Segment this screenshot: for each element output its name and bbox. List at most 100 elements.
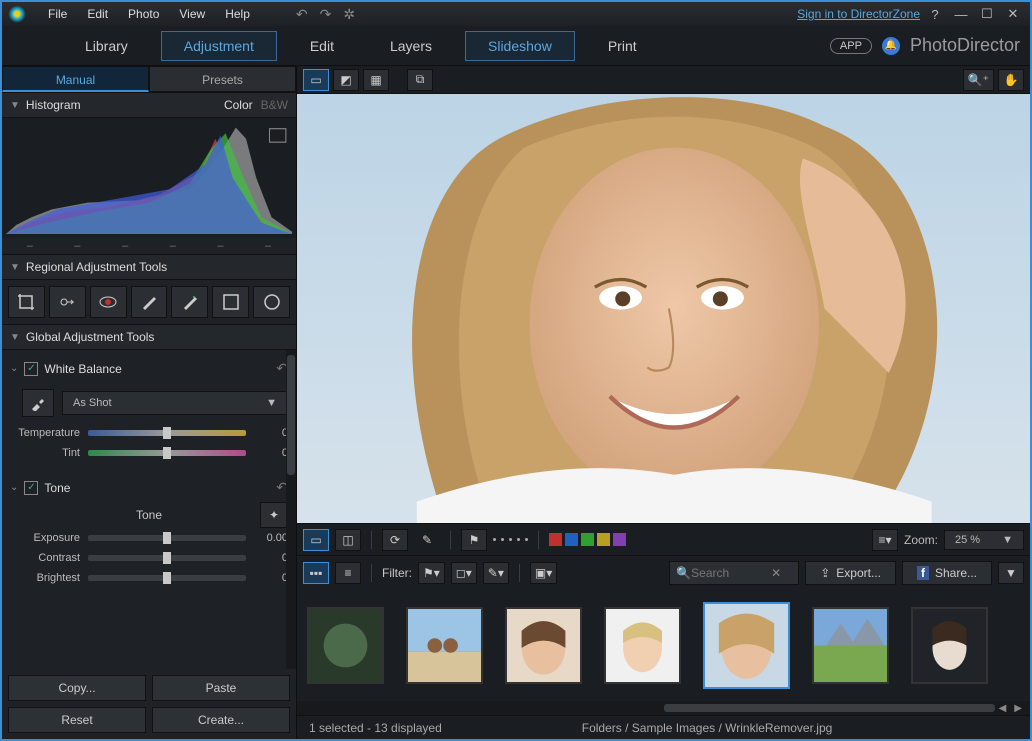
menu-photo[interactable]: Photo <box>118 7 169 21</box>
settings-icon[interactable]: ✲ <box>337 6 361 23</box>
chevron-down-icon[interactable]: ⌄ <box>10 363 18 374</box>
copy-button[interactable]: Copy... <box>8 675 146 701</box>
filter-edit-button[interactable]: ✎▾ <box>483 562 509 584</box>
close-button[interactable]: ✕ <box>1002 6 1024 22</box>
filmstrip-scrollbar[interactable]: ◀ ▶ <box>297 701 1030 715</box>
brush-tool[interactable] <box>131 286 168 318</box>
chevron-down-icon[interactable]: ▼ <box>10 100 20 111</box>
share-button[interactable]: fShare... <box>902 561 992 585</box>
thumbnail-5-selected[interactable] <box>703 602 790 689</box>
tab-layers[interactable]: Layers <box>367 31 455 61</box>
rating-dots[interactable] <box>493 538 528 541</box>
menu-file[interactable]: File <box>38 7 77 21</box>
chevron-down-icon[interactable]: ▼ <box>10 332 20 343</box>
subtab-manual[interactable]: Manual <box>2 66 149 92</box>
scroll-right-icon[interactable]: ▶ <box>1010 703 1026 714</box>
notification-icon[interactable]: 🔔 <box>882 37 900 55</box>
pan-tool-button[interactable]: ✋ <box>998 69 1024 91</box>
minimize-button[interactable]: — <box>950 7 972 22</box>
color-label-0[interactable] <box>549 533 562 546</box>
zoom-tool-button[interactable]: 🔍⁺ <box>963 69 994 91</box>
scroll-left-icon[interactable]: ◀ <box>995 703 1011 714</box>
filter-flag-button[interactable]: ⚑▾ <box>418 562 445 584</box>
menu-help[interactable]: Help <box>215 7 260 21</box>
view-single-button[interactable]: ▭ <box>303 69 329 91</box>
zoom-dropdown[interactable]: 25 %▼ <box>944 530 1024 550</box>
thumbnail-6[interactable] <box>812 607 889 684</box>
filmstrip[interactable] <box>297 589 1030 701</box>
stack-button[interactable]: ▣▾ <box>530 562 557 584</box>
chevron-down-icon[interactable]: ▼ <box>10 262 20 273</box>
subtab-presets[interactable]: Presets <box>149 66 296 92</box>
search-input[interactable] <box>691 566 771 580</box>
tab-slideshow[interactable]: Slideshow <box>465 31 575 61</box>
tab-edit[interactable]: Edit <box>287 31 357 61</box>
app-badge[interactable]: APP <box>830 38 872 54</box>
color-label-1[interactable] <box>565 533 578 546</box>
image-canvas[interactable] <box>297 94 1030 523</box>
crop-tool[interactable] <box>8 286 45 318</box>
export-button[interactable]: ⇪Export... <box>805 561 896 585</box>
temperature-value[interactable]: 0 <box>246 427 288 439</box>
thumbnail-7[interactable] <box>911 607 988 684</box>
create-button[interactable]: Create... <box>152 707 290 733</box>
thumbnail-1[interactable] <box>307 607 384 684</box>
histogram-mode-bw[interactable]: B&W <box>261 98 288 112</box>
list-view-button[interactable]: ≡ <box>335 562 361 584</box>
reset-button[interactable]: Reset <box>8 707 146 733</box>
tab-adjustment[interactable]: Adjustment <box>161 31 277 61</box>
white-balance-checkbox[interactable]: ✓ <box>24 362 38 376</box>
thumbnail-4[interactable] <box>604 607 681 684</box>
sidebar-scrollbar[interactable] <box>286 350 296 669</box>
single-view-button[interactable]: ▭ <box>303 529 329 551</box>
tab-library[interactable]: Library <box>62 31 151 61</box>
spot-tool[interactable] <box>49 286 86 318</box>
temperature-slider[interactable] <box>88 430 246 436</box>
view-compare-button[interactable]: ◩ <box>333 69 359 91</box>
rotate-button[interactable]: ⟳ <box>382 529 408 551</box>
menu-edit[interactable]: Edit <box>77 7 118 21</box>
redo-icon[interactable]: ↷ <box>314 6 338 23</box>
maximize-button[interactable]: ☐ <box>976 6 998 22</box>
color-label-4[interactable] <box>613 533 626 546</box>
thumbnail-2[interactable] <box>406 607 483 684</box>
color-label-3[interactable] <box>597 533 610 546</box>
exposure-slider[interactable] <box>88 535 246 541</box>
tint-value[interactable]: 0 <box>246 447 288 459</box>
contrast-value[interactable]: 0 <box>246 552 288 564</box>
search-box[interactable]: 🔍 ✕ <box>669 561 799 585</box>
white-balance-preset-dropdown[interactable]: As Shot▼ <box>62 391 288 415</box>
chevron-down-icon[interactable]: ⌄ <box>10 482 18 493</box>
histogram-mode-color[interactable]: Color <box>224 98 253 112</box>
view-grid-button[interactable]: ▦ <box>363 69 389 91</box>
split-view-button[interactable]: ◫ <box>335 529 361 551</box>
brightest-slider[interactable] <box>88 575 246 581</box>
clear-search-icon[interactable]: ✕ <box>771 566 781 580</box>
color-label-2[interactable] <box>581 533 594 546</box>
auto-tone-button[interactable]: ✦ <box>260 502 288 528</box>
radial-mask-tool[interactable] <box>253 286 290 318</box>
undo-icon[interactable]: ↶ <box>290 6 314 23</box>
share-more-button[interactable]: ▼ <box>998 562 1024 584</box>
redeye-tool[interactable] <box>90 286 127 318</box>
signin-link[interactable]: Sign in to DirectorZone <box>797 7 920 21</box>
tint-slider[interactable] <box>88 450 246 456</box>
paste-button[interactable]: Paste <box>152 675 290 701</box>
view-mirror-button[interactable]: ⧉ <box>407 69 433 91</box>
eyedropper-tool[interactable] <box>22 389 54 417</box>
gradient-mask-tool[interactable] <box>212 286 249 318</box>
contrast-slider[interactable] <box>88 555 246 561</box>
tone-checkbox[interactable]: ✓ <box>24 481 38 495</box>
thumbnail-3[interactable] <box>505 607 582 684</box>
menu-view[interactable]: View <box>169 7 215 21</box>
flag-button[interactable]: ⚑ <box>461 529 487 551</box>
brush-button[interactable]: ✎ <box>414 529 440 551</box>
sort-button[interactable]: ≡▾ <box>872 529 898 551</box>
help-icon[interactable]: ? <box>924 7 946 22</box>
thumbnail-view-button[interactable]: ▪▪▪ <box>303 562 329 584</box>
filter-label-button[interactable]: ◻▾ <box>451 562 477 584</box>
tab-print[interactable]: Print <box>585 31 660 61</box>
gradient-brush-tool[interactable] <box>171 286 208 318</box>
exposure-value[interactable]: 0.00 <box>246 532 288 544</box>
brightest-value[interactable]: 0 <box>246 572 288 584</box>
